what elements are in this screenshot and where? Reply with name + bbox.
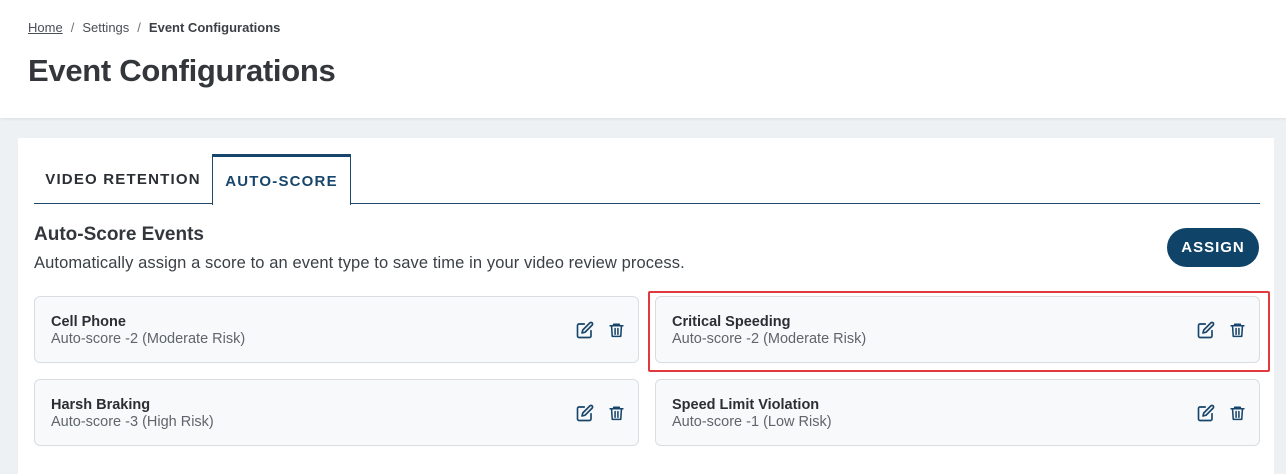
event-name: Cell Phone	[51, 314, 126, 330]
event-score: Auto-score -3 (High Risk)	[51, 414, 214, 430]
event-card-harsh-braking: Harsh Braking Auto-score -3 (High Risk)	[34, 379, 639, 446]
trash-icon[interactable]	[1226, 402, 1248, 424]
event-score: Auto-score -2 (Moderate Risk)	[51, 331, 246, 347]
section-title: Auto-Score Events	[34, 224, 204, 245]
edit-icon[interactable]	[1195, 402, 1217, 424]
breadcrumb-current: Event Configurations	[148, 20, 281, 35]
edit-icon[interactable]	[1195, 319, 1217, 341]
event-card-speed-limit-violation: Speed Limit Violation Auto-score -1 (Low…	[655, 379, 1260, 446]
breadcrumb: Home / Settings / Event Configurations	[28, 20, 280, 35]
breadcrumb-home-link[interactable]: Home	[28, 20, 63, 35]
event-name: Speed Limit Violation	[672, 397, 820, 413]
event-score: Auto-score -2 (Moderate Risk)	[672, 331, 867, 347]
page-header: Home / Settings / Event Configurations E…	[0, 0, 1286, 118]
event-name: Harsh Braking	[51, 397, 151, 413]
trash-icon[interactable]	[1226, 319, 1248, 341]
assign-button[interactable]: ASSIGN	[1167, 228, 1259, 267]
event-name: Critical Speeding	[672, 314, 791, 330]
page-title: Event Configurations	[28, 53, 336, 88]
trash-icon[interactable]	[605, 402, 627, 424]
tab-auto-score[interactable]: AUTO-SCORE	[212, 154, 351, 205]
breadcrumb-settings: Settings	[82, 20, 130, 35]
event-card-critical-speeding: Critical Speeding Auto-score -2 (Moderat…	[655, 296, 1260, 363]
tab-bar: VIDEO RETENTION AUTO-SCORE	[34, 154, 1260, 205]
edit-icon[interactable]	[574, 319, 596, 341]
breadcrumb-separator: /	[70, 20, 75, 35]
section-description: Automatically assign a score to an event…	[34, 254, 685, 272]
tab-video-retention[interactable]: VIDEO RETENTION	[34, 154, 212, 204]
event-score: Auto-score -1 (Low Risk)	[672, 414, 832, 430]
content-panel: VIDEO RETENTION AUTO-SCORE Auto-Score Ev…	[18, 138, 1274, 474]
breadcrumb-separator: /	[137, 20, 141, 35]
edit-icon[interactable]	[574, 402, 596, 424]
event-card-cell-phone: Cell Phone Auto-score -2 (Moderate Risk)	[34, 296, 639, 363]
trash-icon[interactable]	[605, 319, 627, 341]
